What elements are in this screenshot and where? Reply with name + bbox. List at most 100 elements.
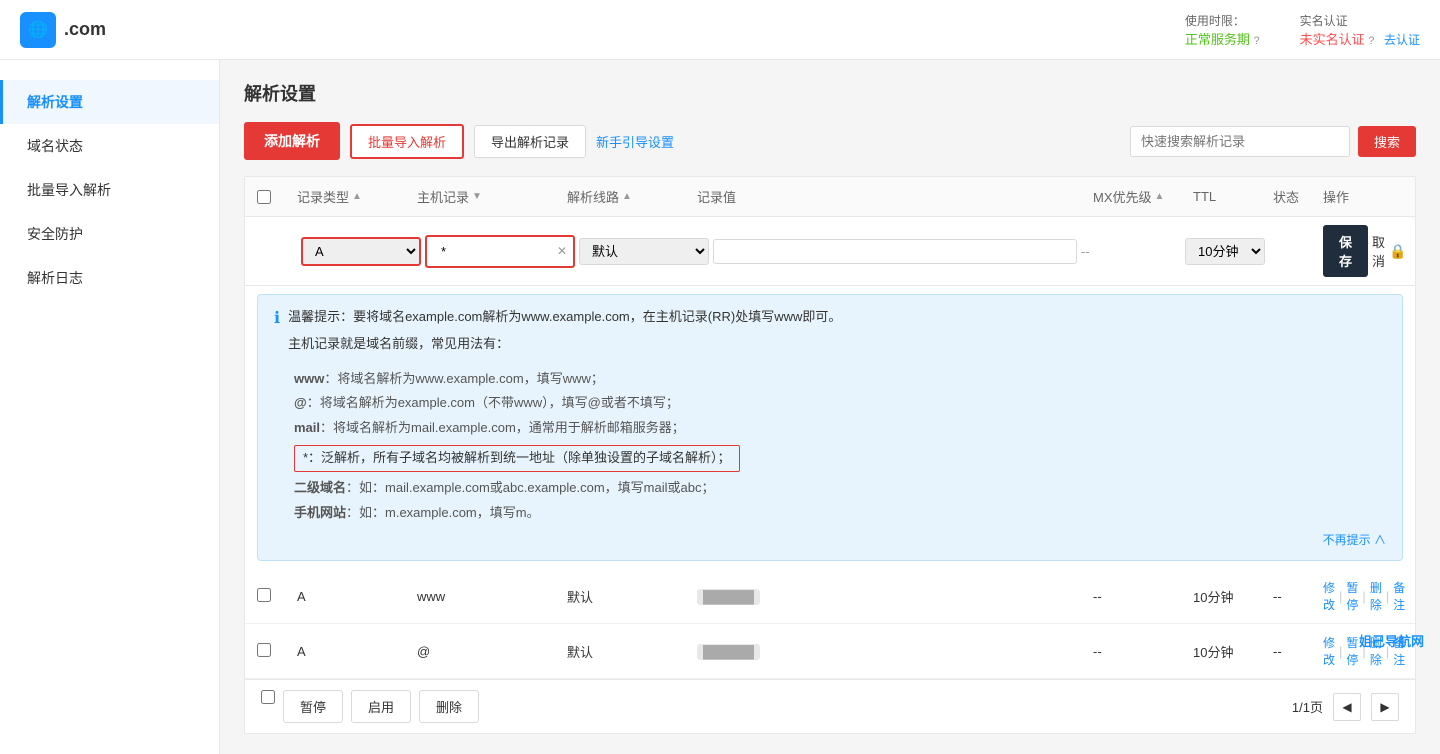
row2-blurred-value: ██████ xyxy=(697,644,760,660)
edit-host-record-cell: ✕ xyxy=(425,235,575,268)
row1-modify-link[interactable]: 修改 xyxy=(1323,579,1335,613)
sidebar-label-domain-status: 域名状态 xyxy=(27,138,83,154)
toolbar-right: 搜索 xyxy=(1130,126,1416,157)
th-checkbox xyxy=(257,190,297,204)
sidebar-item-domain-status[interactable]: 域名状态 xyxy=(0,124,219,168)
header: 🌐 .com 使用时限： 正常服务期 ? 实名认证 未实名认证 ? 去认证 xyxy=(0,0,1440,60)
search-input[interactable] xyxy=(1130,126,1350,157)
row1-sep1: | xyxy=(1339,589,1342,604)
resolve-line-select[interactable]: 默认 电信 联通 xyxy=(579,238,709,265)
row2-type: A xyxy=(297,644,417,659)
edit-mx-cell: -- xyxy=(1081,244,1181,259)
th-resolve-line: 解析线路 ▲ xyxy=(567,187,697,206)
dns-table: 记录类型 ▲ 主机记录 ▼ 解析线路 ▲ 记录值 MX优先级 ▲ xyxy=(244,176,1416,734)
row2-ttl: 10分钟 xyxy=(1193,642,1273,661)
service-hint-icon: ? xyxy=(1253,35,1259,47)
row1-host: www xyxy=(417,589,567,604)
auth-value: 未实名认证 ? 去认证 xyxy=(1300,29,1420,48)
sidebar-item-batch-import[interactable]: 批量导入解析 xyxy=(0,168,219,212)
table-footer: 暂停 启用 删除 1/1页 ◀ ▶ xyxy=(245,679,1415,733)
row1-select-checkbox[interactable] xyxy=(257,588,271,602)
row1-pause-link[interactable]: 暂停 xyxy=(1346,579,1358,613)
pagination-text: 1/1页 xyxy=(1292,697,1323,716)
tip-main-text: 温馨提示：要将域名example.com解析为www.example.com，在… xyxy=(288,307,1386,328)
sidebar-item-dns-log[interactable]: 解析日志 xyxy=(0,256,219,300)
next-page-button[interactable]: ▶ xyxy=(1371,693,1399,721)
record-type-select[interactable]: A CNAME MX TXT AAAA xyxy=(301,237,421,266)
sort-mx-icon[interactable]: ▲ xyxy=(1155,191,1165,202)
sort-host-icon[interactable]: ▼ xyxy=(472,191,482,202)
tip-row-mobile: 手机网站：如：m.example.com，填写m。 xyxy=(294,503,1386,524)
logo-icon: 🌐 xyxy=(20,12,56,48)
toolbar: 添加解析 批量导入解析 导出解析记录 新手引导设置 搜索 xyxy=(244,122,1416,160)
batch-enable-button[interactable]: 启用 xyxy=(351,690,411,723)
row2-mx: -- xyxy=(1093,644,1193,659)
sidebar-item-security[interactable]: 安全防护 xyxy=(0,212,219,256)
layout: 解析设置 域名状态 批量导入解析 安全防护 解析日志 解析设置 添加解析 批量导… xyxy=(0,60,1440,754)
row1-delete-link[interactable]: 删除 xyxy=(1370,579,1382,613)
tip-row-mail: mail：将域名解析为mail.example.com，通常用于解析邮箱服务器； xyxy=(294,418,1386,439)
service-label: 使用时限： xyxy=(1185,12,1260,29)
row1-line: 默认 xyxy=(567,587,697,606)
auth-hint-icon: ? xyxy=(1368,35,1374,47)
row2-modify-link[interactable]: 修改 xyxy=(1323,634,1335,668)
tip-collapse-button[interactable]: 不再提示 ∧ xyxy=(274,531,1386,548)
table-row: A @ 默认 ██████ -- 10分钟 -- 修改 | 暂停 | 删除 | … xyxy=(245,624,1415,679)
record-value-input[interactable] xyxy=(713,239,1077,264)
sidebar-label-batch-import: 批量导入解析 xyxy=(27,182,111,198)
edit-resolve-line-cell: 默认 电信 联通 xyxy=(579,238,709,265)
logo-text: .com xyxy=(64,19,106,40)
tip-row-www: www：将域名解析为www.example.com，填写www； xyxy=(294,369,1386,390)
export-button[interactable]: 导出解析记录 xyxy=(474,125,586,158)
ttl-select[interactable]: 10分钟 20分钟 1小时 xyxy=(1185,238,1265,265)
row2-host: @ xyxy=(417,644,567,659)
add-dns-button[interactable]: 添加解析 xyxy=(244,122,340,160)
sidebar-item-dns-settings[interactable]: 解析设置 xyxy=(0,80,219,124)
row1-value: ██████ xyxy=(697,589,1093,604)
info-icon: ℹ xyxy=(274,308,280,328)
search-button[interactable]: 搜索 xyxy=(1358,126,1416,157)
service-value: 正常服务期 ? xyxy=(1185,29,1260,48)
row2-pause-link[interactable]: 暂停 xyxy=(1346,634,1358,668)
host-input-wrap: ✕ xyxy=(425,235,575,268)
th-record-value: 记录值 xyxy=(697,187,1093,206)
save-button[interactable]: 保存 xyxy=(1323,225,1368,277)
tip-box: ℹ 温馨提示：要将域名example.com解析为www.example.com… xyxy=(257,294,1403,561)
batch-delete-button[interactable]: 删除 xyxy=(419,690,479,723)
edit-record-type-cell: A CNAME MX TXT AAAA xyxy=(301,237,421,266)
row1-note-link[interactable]: 备注 xyxy=(1393,579,1405,613)
edit-row: A CNAME MX TXT AAAA ✕ 默认 xyxy=(245,217,1415,286)
edit-record-value-cell xyxy=(713,239,1077,264)
edit-ttl-cell: 10分钟 20分钟 1小时 xyxy=(1185,238,1265,265)
tip-table: www：将域名解析为www.example.com，填写www； @：将域名解析… xyxy=(294,369,1386,524)
row2-select-checkbox[interactable] xyxy=(257,643,271,657)
prev-page-button[interactable]: ◀ xyxy=(1333,693,1361,721)
sort-record-type-icon[interactable]: ▲ xyxy=(352,191,362,202)
sidebar: 解析设置 域名状态 批量导入解析 安全防护 解析日志 xyxy=(0,60,220,754)
tip-content: 温馨提示：要将域名example.com解析为www.example.com，在… xyxy=(288,307,1386,361)
pagination: 1/1页 ◀ ▶ xyxy=(1292,693,1399,721)
footer-checkbox[interactable] xyxy=(261,690,275,704)
th-record-type: 记录类型 ▲ xyxy=(297,187,417,206)
sort-line-icon[interactable]: ▲ xyxy=(622,191,632,202)
watermark: 姐己导航网 xyxy=(1359,631,1424,650)
row1-sep3: | xyxy=(1386,589,1389,604)
row1-blurred-value: ██████ xyxy=(697,589,760,605)
row1-sep2: | xyxy=(1362,589,1365,604)
batch-import-button[interactable]: 批量导入解析 xyxy=(350,124,464,159)
row1-status: -- xyxy=(1273,589,1323,604)
select-all-checkbox[interactable] xyxy=(257,190,271,204)
go-auth-link[interactable]: 去认证 xyxy=(1384,33,1420,47)
row1-type: A xyxy=(297,589,417,604)
host-clear-icon[interactable]: ✕ xyxy=(557,244,567,258)
tip-row-wildcard: *：泛解析，所有子域名均被解析到统一地址（除单独设置的子域名解析）； xyxy=(294,443,1386,474)
tip-header: ℹ 温馨提示：要将域名example.com解析为www.example.com… xyxy=(274,307,1386,361)
tip-row-subdomain: 二级域名：如：mail.example.com或abc.example.com，… xyxy=(294,478,1386,499)
cancel-button[interactable]: 取消 xyxy=(1372,232,1385,270)
host-record-input[interactable] xyxy=(433,240,553,263)
batch-pause-button[interactable]: 暂停 xyxy=(283,690,343,723)
guide-button[interactable]: 新手引导设置 xyxy=(596,132,674,151)
row2-status: -- xyxy=(1273,644,1323,659)
tip-row-at: @：将域名解析为example.com（不带www），填写@或者不填写； xyxy=(294,393,1386,414)
auth-block: 实名认证 未实名认证 ? 去认证 xyxy=(1300,12,1420,48)
